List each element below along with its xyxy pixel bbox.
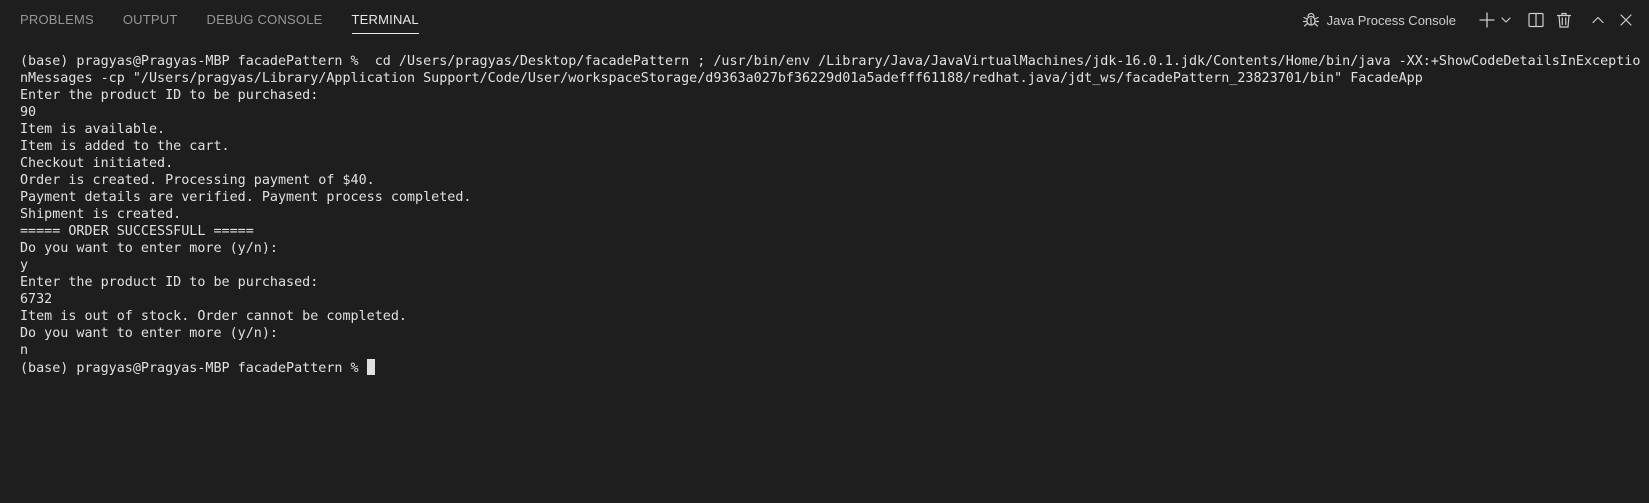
chevron-down-icon	[1501, 17, 1511, 23]
terminal-line: Payment details are verified. Payment pr…	[20, 190, 472, 205]
split-terminal-button[interactable]	[1525, 9, 1547, 31]
terminal-line: (base) pragyas@Pragyas-MBP facadePattern…	[20, 54, 1641, 69]
terminal-prompt-line[interactable]: (base) pragyas@Pragyas-MBP facadePattern…	[20, 359, 1633, 376]
maximize-panel-icon	[1592, 16, 1604, 24]
terminal-cursor	[366, 359, 375, 375]
panel-tabs: PROBLEMS OUTPUT DEBUG CONSOLE TERMINAL	[20, 0, 448, 40]
launch-profile-button[interactable]	[1499, 9, 1513, 31]
trash-icon	[1556, 12, 1572, 28]
terminal-line: Do you want to enter more (y/n):	[20, 241, 278, 256]
split-terminal-icon	[1528, 12, 1544, 28]
terminal-line: n	[20, 343, 29, 358]
terminal-line: Enter the product ID to be purchased:	[20, 275, 319, 290]
tab-problems[interactable]: PROBLEMS	[20, 0, 94, 40]
terminal-line: Do you want to enter more (y/n):	[20, 326, 278, 341]
terminal-line: Shipment is created.	[20, 207, 182, 222]
terminal-line: ===== ORDER SUCCESSFULL =====	[20, 224, 254, 239]
terminal-line: y	[20, 258, 29, 273]
terminal-output[interactable]: (base) pragyas@Pragyas-MBP facadePattern…	[20, 53, 1641, 376]
add-terminal-icon	[1479, 12, 1495, 28]
terminal-line: Item is out of stock. Order cannot be co…	[20, 309, 407, 324]
terminal-line: Checkout initiated.	[20, 156, 174, 171]
bug-icon	[1302, 12, 1319, 27]
panel-header: PROBLEMS OUTPUT DEBUG CONSOLE TERMINAL J…	[0, 0, 1649, 40]
close-icon	[1620, 14, 1632, 26]
tab-output[interactable]: OUTPUT	[123, 0, 178, 40]
close-panel-button[interactable]	[1615, 9, 1637, 31]
kill-terminal-button[interactable]	[1553, 9, 1575, 31]
terminal-line: Item is available.	[20, 122, 166, 137]
terminal-selector[interactable]: Java Process Console	[1302, 11, 1456, 29]
terminal-line: Item is added to the cart.	[20, 139, 230, 154]
tab-debug-console[interactable]: DEBUG CONSOLE	[207, 0, 323, 40]
terminal-line: nMessages -cp "/Users/pragyas/Library/Ap…	[20, 71, 1423, 86]
terminal-selector-label: Java Process Console	[1326, 12, 1456, 28]
panel-actions: Java Process Console	[1302, 0, 1637, 40]
terminal-line: Order is created. Processing payment of …	[20, 173, 375, 188]
maximize-panel-button[interactable]	[1587, 9, 1609, 31]
terminal-prompt: (base) pragyas@Pragyas-MBP facadePattern…	[20, 361, 367, 376]
terminal-line: 6732	[20, 292, 53, 307]
terminal-line: 90	[20, 105, 37, 120]
tab-terminal[interactable]: TERMINAL	[351, 0, 420, 40]
terminal-line: Enter the product ID to be purchased:	[20, 88, 319, 103]
new-terminal-button[interactable]	[1476, 9, 1498, 31]
